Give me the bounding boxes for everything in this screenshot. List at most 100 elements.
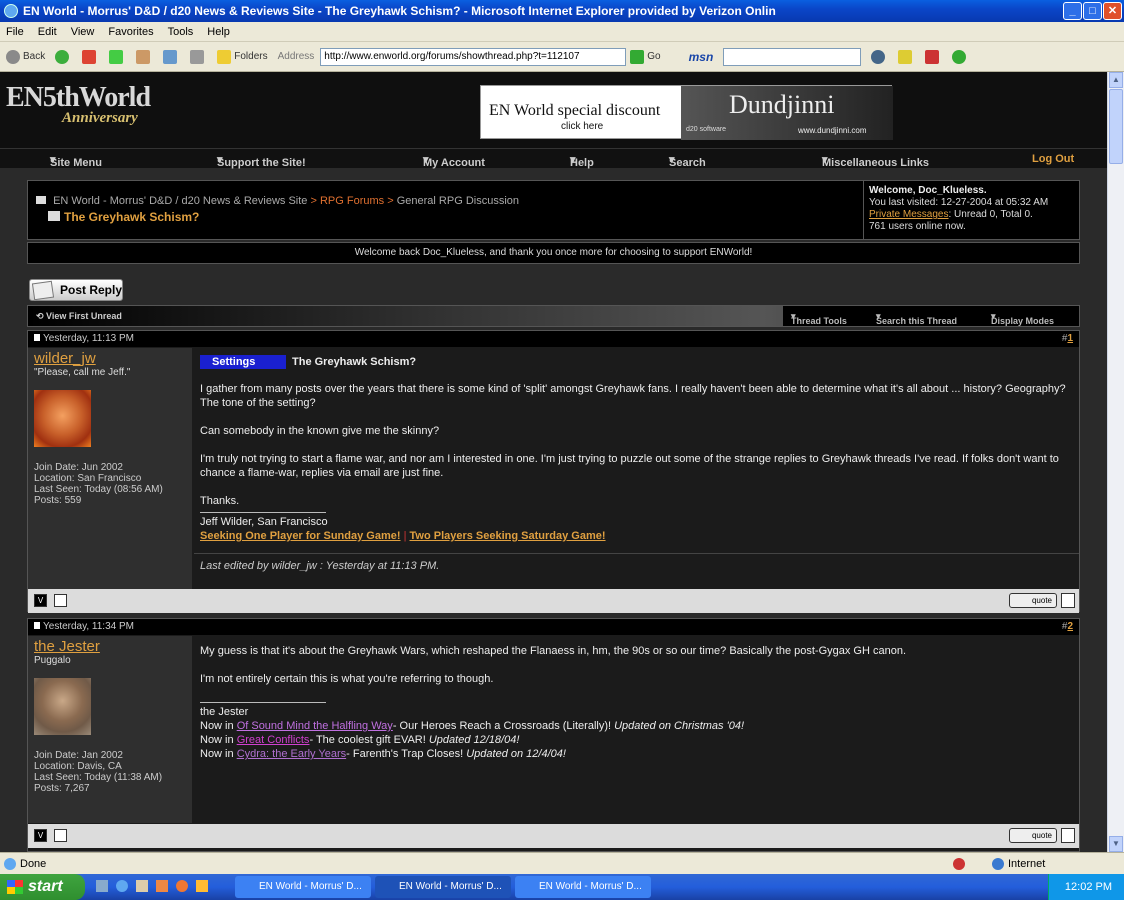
multiquote-icon[interactable] [1061,593,1075,608]
report-icon[interactable]: V [34,594,47,607]
ad-banner[interactable]: EN World special discount click here Dun… [480,85,893,140]
sig-name: the Jester [200,706,249,718]
multiquote-icon[interactable] [1061,828,1075,843]
pm-link[interactable]: Private Messages [869,209,948,220]
post-text: I gather from many posts over the years … [200,382,1074,522]
quote-button[interactable]: quote [1009,828,1057,843]
address-bar[interactable]: http://www.enworld.org/forums/showthread… [320,47,627,66]
menu-tools[interactable]: Tools [168,26,194,38]
username[interactable]: wilder_jw [34,350,96,367]
thread-tools-menu[interactable]: Thread Tools ▾ [791,311,847,326]
maximize-button[interactable]: □ [1083,2,1102,20]
menu-edit[interactable]: Edit [38,26,57,38]
scroll-down-arrow[interactable]: ▼ [1109,836,1123,852]
quicklaunch-firefox-icon[interactable] [176,880,188,892]
sig-links: Seeking One Player for Sunday Game! | Tw… [200,530,606,542]
scroll-up-arrow[interactable]: ▲ [1109,72,1123,88]
nav-site-menu[interactable]: Site Menu ▾ [50,153,102,169]
report-icon[interactable]: V [34,829,47,842]
post-header: Yesterday, 11:34 PM #2 [28,619,1079,635]
welcome-box: Welcome, Doc_Klueless. You last visited:… [863,181,1080,239]
sig-link-cydra[interactable]: Cydra: the Early Years [237,748,346,760]
stop-icon [82,49,97,64]
mail-button[interactable] [163,49,180,64]
join-date: Join Date: Jan 2002 [34,750,123,761]
post-number[interactable]: #1 [1062,331,1073,347]
search-thread-menu[interactable]: Search this Thread ▾ [876,311,957,326]
folders-button[interactable]: Folders [217,49,268,64]
quote-button[interactable]: quote [1009,593,1057,608]
settings-badge[interactable]: Settings [200,355,286,369]
display-modes-menu[interactable]: Display Modes ▾ [991,311,1054,326]
page-icon [4,858,16,870]
stop-button[interactable] [82,49,99,64]
nav-support[interactable]: Support the Site! ▾ [217,153,306,169]
highlight-button[interactable] [898,49,915,64]
menu-view[interactable]: View [71,26,95,38]
popup-blocker-button[interactable] [925,49,942,64]
close-button[interactable]: ✕ [1103,2,1122,20]
quicklaunch-extra-icon[interactable] [196,880,208,892]
forward-button[interactable] [55,49,72,64]
home-button[interactable] [136,49,153,64]
breadcrumb-forums[interactable]: RPG Forums [320,195,384,207]
nav-search[interactable]: Search ▾ [669,153,706,169]
sig-divider [200,512,326,513]
quicklaunch-ie-icon[interactable] [116,880,128,892]
messenger-button[interactable] [952,49,969,64]
quicklaunch-media-icon[interactable] [156,880,168,892]
taskbar-item[interactable]: EN World - Morrus' D... [515,876,651,898]
nav-misc-links[interactable]: Miscellaneous Links ▾ [822,153,929,169]
post-number[interactable]: #2 [1062,619,1073,635]
breadcrumb-sep: > [310,195,317,207]
nav-my-account[interactable]: My Account ▾ [423,153,485,169]
taskbar-item-active[interactable]: EN World - Morrus' D... [375,876,511,898]
popup-blocked-icon [953,858,965,870]
post-reply-button[interactable]: Post Reply [29,279,123,301]
username[interactable]: the Jester [34,638,100,655]
nav-help[interactable]: Help ▾ [570,153,594,169]
sig-link-sunday[interactable]: Seeking One Player for Sunday Game! [200,530,401,542]
taskbar-item[interactable]: EN World - Morrus' D... [235,876,371,898]
quicklaunch-outlook-icon[interactable] [136,880,148,892]
go-arrow-icon [630,49,645,64]
menu-favorites[interactable]: Favorites [108,26,153,38]
go-button[interactable]: Go [630,49,661,64]
sig-link-saturday[interactable]: Two Players Seeking Saturday Game! [410,530,606,542]
view-first-unread[interactable]: ⟲ View First Unread [36,311,122,322]
toolbar: Back Folders Address http://www.enworld.… [0,42,1124,72]
vertical-scrollbar[interactable]: ▲ ▼ [1107,72,1124,852]
minimize-button[interactable]: _ [1063,2,1082,20]
web-page: EN5thWorld Anniversary EN World special … [0,72,1107,852]
popup-block-icon [925,49,940,64]
breadcrumb-home[interactable]: EN World - Morrus' D&D / d20 News & Revi… [53,195,307,207]
start-button[interactable]: start [0,874,85,900]
reputation-icon[interactable] [54,829,67,842]
post-paragraph: My guess is that it's about the Greyhawk… [200,645,907,657]
location: Location: San Francisco [34,473,142,484]
post-header: Yesterday, 11:13 PM #1 [28,331,1079,347]
system-tray: 12:02 PM [1048,874,1124,900]
zone-text: Internet [1008,858,1046,870]
sig-link-great-conflicts[interactable]: Great Conflicts [237,734,310,746]
quicklaunch-desktop-icon[interactable] [96,880,108,892]
thread-title: The Greyhawk Schism? [64,210,200,224]
post-text: My guess is that it's about the Greyhawk… [200,644,1074,700]
refresh-button[interactable] [109,49,126,64]
nav-log-out[interactable]: Log Out [1032,153,1074,165]
breadcrumb-section[interactable]: General RPG Discussion [397,195,519,207]
sig-link-halfling[interactable]: Of Sound Mind the Halfling Way [237,720,393,732]
reply-icon [31,280,55,301]
menu-file[interactable]: File [6,26,24,38]
print-icon [190,49,205,64]
edit-divider [194,553,1079,554]
post-paragraph: Thanks. [200,495,240,507]
msn-search-input[interactable] [723,47,862,66]
back-button[interactable]: Back [6,49,45,64]
menu-help[interactable]: Help [207,26,230,38]
search-button[interactable] [871,49,888,64]
post-date: Yesterday, 11:34 PM [43,621,134,632]
print-button[interactable] [190,49,207,64]
reputation-icon[interactable] [54,594,67,607]
scroll-thumb[interactable] [1109,89,1123,164]
